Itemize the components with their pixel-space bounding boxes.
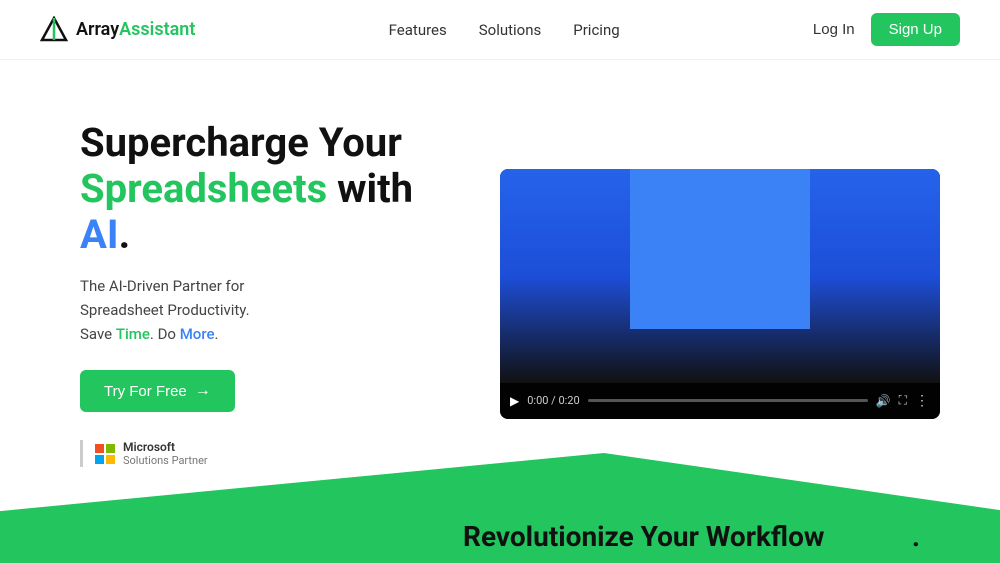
video-content (500, 169, 940, 383)
play-button[interactable]: ▶ (510, 394, 519, 408)
video-time: 0:00 / 0:20 (527, 394, 579, 407)
video-thumbnail (630, 169, 810, 329)
nav-solutions[interactable]: Solutions (479, 21, 542, 39)
hero-subtitle: The AI-Driven Partner for Spreadsheet Pr… (80, 274, 460, 346)
arrow-icon: → (195, 382, 211, 400)
login-button[interactable]: Log In (813, 21, 855, 38)
navbar: ArrayAssistant Features Solutions Pricin… (0, 0, 1000, 60)
nav-links: Features Solutions Pricing (389, 21, 620, 39)
bottom-text: Revolutionize Your Workflow Today. (463, 520, 920, 553)
hero-title: Supercharge Your Spreadsheets with AI. (80, 120, 460, 258)
hero-left: Supercharge Your Spreadsheets with AI. T… (80, 120, 460, 467)
try-for-free-button[interactable]: Try For Free → (80, 370, 235, 412)
nav-pricing[interactable]: Pricing (573, 21, 619, 39)
hero-video: ▶ 0:00 / 0:20 🔊 ⛶ ⋮ (500, 169, 940, 419)
time-link: Time (116, 325, 150, 343)
video-controls: ▶ 0:00 / 0:20 🔊 ⛶ ⋮ (500, 383, 940, 419)
fullscreen-icon[interactable]: ⛶ (899, 393, 907, 408)
more-options-icon[interactable]: ⋮ (915, 393, 930, 409)
bottom-section: Revolutionize Your Workflow Today. (0, 433, 1000, 563)
volume-icon[interactable]: 🔊 (876, 394, 891, 408)
video-player[interactable]: ▶ 0:00 / 0:20 🔊 ⛶ ⋮ (500, 169, 940, 419)
nav-right: Log In Sign Up (813, 13, 960, 46)
logo-text: ArrayAssistant (76, 19, 195, 40)
nav-features[interactable]: Features (389, 21, 447, 39)
logo[interactable]: ArrayAssistant (40, 16, 195, 44)
progress-bar[interactable] (588, 399, 868, 402)
logo-icon (40, 16, 68, 44)
signup-button[interactable]: Sign Up (871, 13, 960, 46)
more-link: More (180, 325, 215, 343)
